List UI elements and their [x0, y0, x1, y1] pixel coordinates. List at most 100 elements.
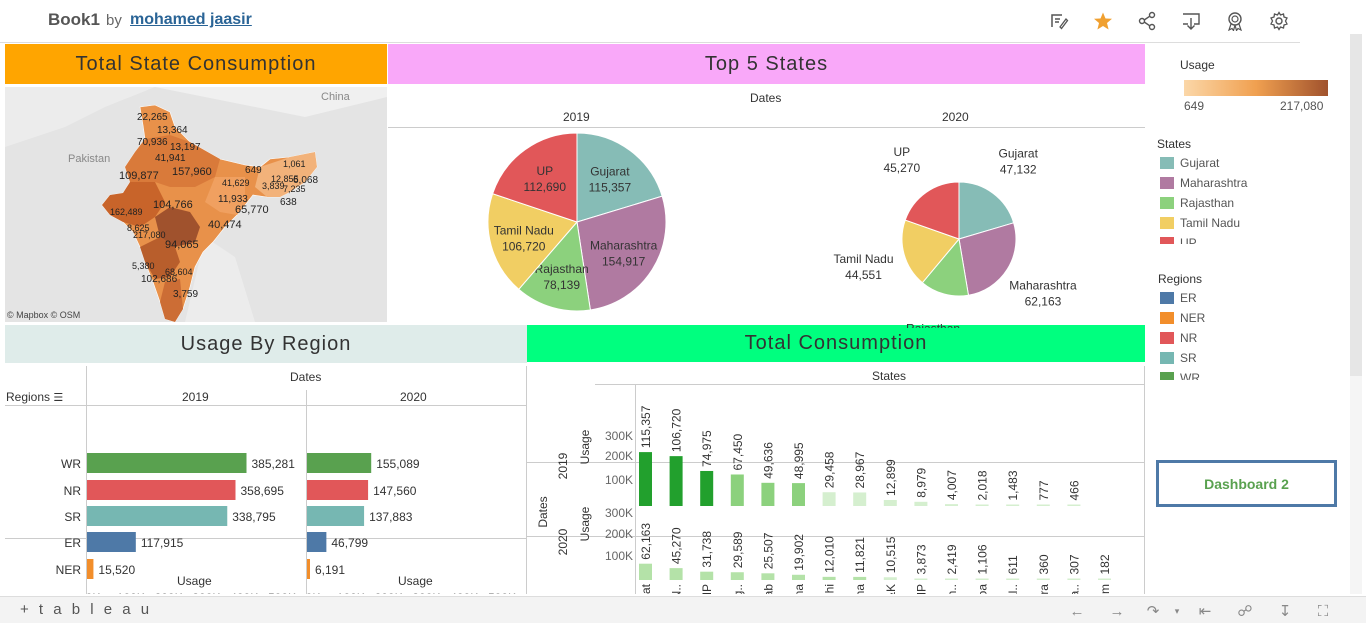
region-bar[interactable]: [307, 453, 372, 473]
map-value-label: 638: [280, 197, 297, 208]
tc-bar[interactable]: [669, 568, 683, 580]
author-link[interactable]: mohamed jaasir: [130, 11, 252, 29]
legend-region-wr[interactable]: WR: [1160, 371, 1200, 380]
favorite-star-icon[interactable]: [1092, 10, 1114, 32]
legend-region-er[interactable]: ER: [1160, 291, 1197, 305]
reset-icon[interactable]: ⇤: [1196, 602, 1214, 620]
pie-slice-label: Tamil Nadu: [494, 224, 554, 238]
tc-bar[interactable]: [761, 482, 775, 506]
tc-bar-value: 31,738: [700, 531, 714, 568]
download-footer-icon[interactable]: ↧: [1276, 602, 1294, 620]
region-bar[interactable]: [307, 559, 310, 579]
tc-bar[interactable]: [822, 492, 836, 506]
share-footer-icon[interactable]: ☍: [1236, 602, 1254, 620]
map-value-label: 102,686: [141, 274, 178, 285]
tc-bar[interactable]: [700, 571, 714, 580]
map-value-label: 3,759: [173, 289, 199, 300]
india-map[interactable]: China Pakistan © Mapbox © OSM 22,265 13,…: [5, 87, 387, 322]
redo-icon[interactable]: →: [1108, 602, 1126, 620]
total-consumption-title: Total Consumption: [527, 325, 1145, 362]
legend-panel: Usage 649 217,080 States Gujarat Maharas…: [1150, 44, 1350, 594]
legend-state-up[interactable]: UP: [1160, 236, 1197, 244]
tc-bar[interactable]: [1006, 578, 1020, 581]
tc-bar[interactable]: [1067, 578, 1081, 581]
tc-bar[interactable]: [853, 576, 867, 580]
tc-bar[interactable]: [822, 576, 836, 580]
tc-bar[interactable]: [1067, 504, 1081, 507]
region-x-tick: 300K: [412, 591, 440, 594]
tc-bar[interactable]: [1036, 504, 1050, 507]
legend-state-tamil-nadu[interactable]: Tamil Nadu: [1160, 216, 1240, 230]
tc-bar[interactable]: [761, 573, 775, 580]
region-bar-value: 46,799: [331, 536, 368, 550]
tc-y-tick: 100K: [605, 549, 633, 563]
legend-state-rajasthan[interactable]: Rajasthan: [1160, 196, 1234, 210]
tableau-logo[interactable]: + t a b l e a u: [20, 601, 152, 618]
region-bar-value: 385,281: [252, 457, 296, 471]
tc-bar[interactable]: [914, 501, 928, 506]
dashboard-2-button[interactable]: Dashboard 2: [1156, 460, 1337, 507]
total-consumption-bar-chart[interactable]: 300K 200K 100K 300K 200K 100K Dates 2019 2020 Usa…: [527, 362, 1145, 594]
tc-bar-value: 12,010: [823, 536, 837, 573]
download-icon[interactable]: [1180, 10, 1202, 32]
tc-bar[interactable]: [945, 578, 958, 581]
tc-bar[interactable]: [883, 577, 897, 580]
region-bar[interactable]: [87, 532, 136, 552]
scrollbar-thumb[interactable]: [1350, 34, 1362, 376]
tc-bar-value: 360: [1037, 554, 1051, 574]
tc-category-label: J&K: [884, 584, 898, 594]
tc-bar[interactable]: [700, 470, 714, 506]
undo-icon[interactable]: ←: [1068, 602, 1086, 620]
regions-legend-list[interactable]: ER NER NR SR WR: [1150, 289, 1340, 380]
map-value-label: 109,877: [119, 170, 159, 182]
fullscreen-icon[interactable]: ⛶: [1314, 602, 1332, 620]
settings-icon[interactable]: [1268, 10, 1290, 32]
legend-state-gujarat[interactable]: Gujarat: [1160, 156, 1219, 170]
tc-bar-value: 62,163: [639, 523, 653, 560]
tc-bar-value: 49,636: [761, 442, 775, 479]
pie-slice-label: UP: [893, 145, 910, 159]
revert-icon[interactable]: ↷: [1144, 602, 1162, 620]
region-x-tick: 500K: [488, 591, 516, 594]
tc-category-label: Tripura: [1037, 584, 1051, 594]
legend-region-sr[interactable]: SR: [1160, 351, 1197, 365]
tc-bar[interactable]: [1036, 578, 1050, 581]
tc-bar[interactable]: [730, 572, 744, 580]
tc-bar[interactable]: [792, 483, 805, 506]
share-icon[interactable]: [1136, 10, 1158, 32]
tc-category-label: Mizoram: [1098, 584, 1112, 594]
region-bar[interactable]: [87, 453, 247, 473]
region-bar[interactable]: [87, 480, 236, 500]
tc-bar[interactable]: [730, 474, 744, 506]
tc-bar[interactable]: [639, 563, 652, 580]
badge-icon[interactable]: [1224, 10, 1246, 32]
tc-category-label: Nagala..: [1067, 584, 1081, 594]
tc-bar[interactable]: [669, 456, 683, 506]
tc-bar[interactable]: [975, 504, 989, 507]
edit-icon[interactable]: [1048, 10, 1070, 32]
region-bar-chart[interactable]: WR NR SR ER NER 385,281 358,695 338,795 117,915 1…: [5, 364, 527, 594]
legend-state-maharashtra[interactable]: Maharashtra: [1160, 176, 1247, 190]
tc-bar[interactable]: [853, 492, 867, 506]
map-value-label: 649: [245, 165, 262, 176]
top5-pie-charts[interactable]: Gujarat 115,357 Maharashtra 154,917 Rajastha…: [388, 128, 1145, 328]
tc-bar[interactable]: [914, 578, 928, 581]
map-value-label: 70,936: [137, 137, 168, 148]
region-bar[interactable]: [87, 506, 228, 526]
revert-dropdown-icon[interactable]: ▾: [1168, 602, 1186, 620]
tc-bar[interactable]: [1006, 504, 1020, 507]
tc-bar[interactable]: [883, 499, 897, 506]
tc-bar[interactable]: [945, 504, 958, 506]
legend-region-nr[interactable]: NR: [1160, 331, 1197, 345]
region-bar[interactable]: [307, 532, 327, 552]
usage-region-title: Usage By Region: [5, 325, 527, 363]
region-bar[interactable]: [307, 480, 369, 500]
legend-region-ner[interactable]: NER: [1160, 311, 1205, 325]
tc-bar[interactable]: [639, 452, 652, 506]
region-bar[interactable]: [87, 559, 94, 579]
tc-bar[interactable]: [975, 578, 989, 581]
tc-bar[interactable]: [792, 574, 805, 580]
states-legend-list[interactable]: Gujarat Maharashtra Rajasthan Tamil Nadu…: [1150, 154, 1340, 244]
region-bar[interactable]: [307, 506, 365, 526]
tc-bar[interactable]: [1098, 578, 1111, 581]
